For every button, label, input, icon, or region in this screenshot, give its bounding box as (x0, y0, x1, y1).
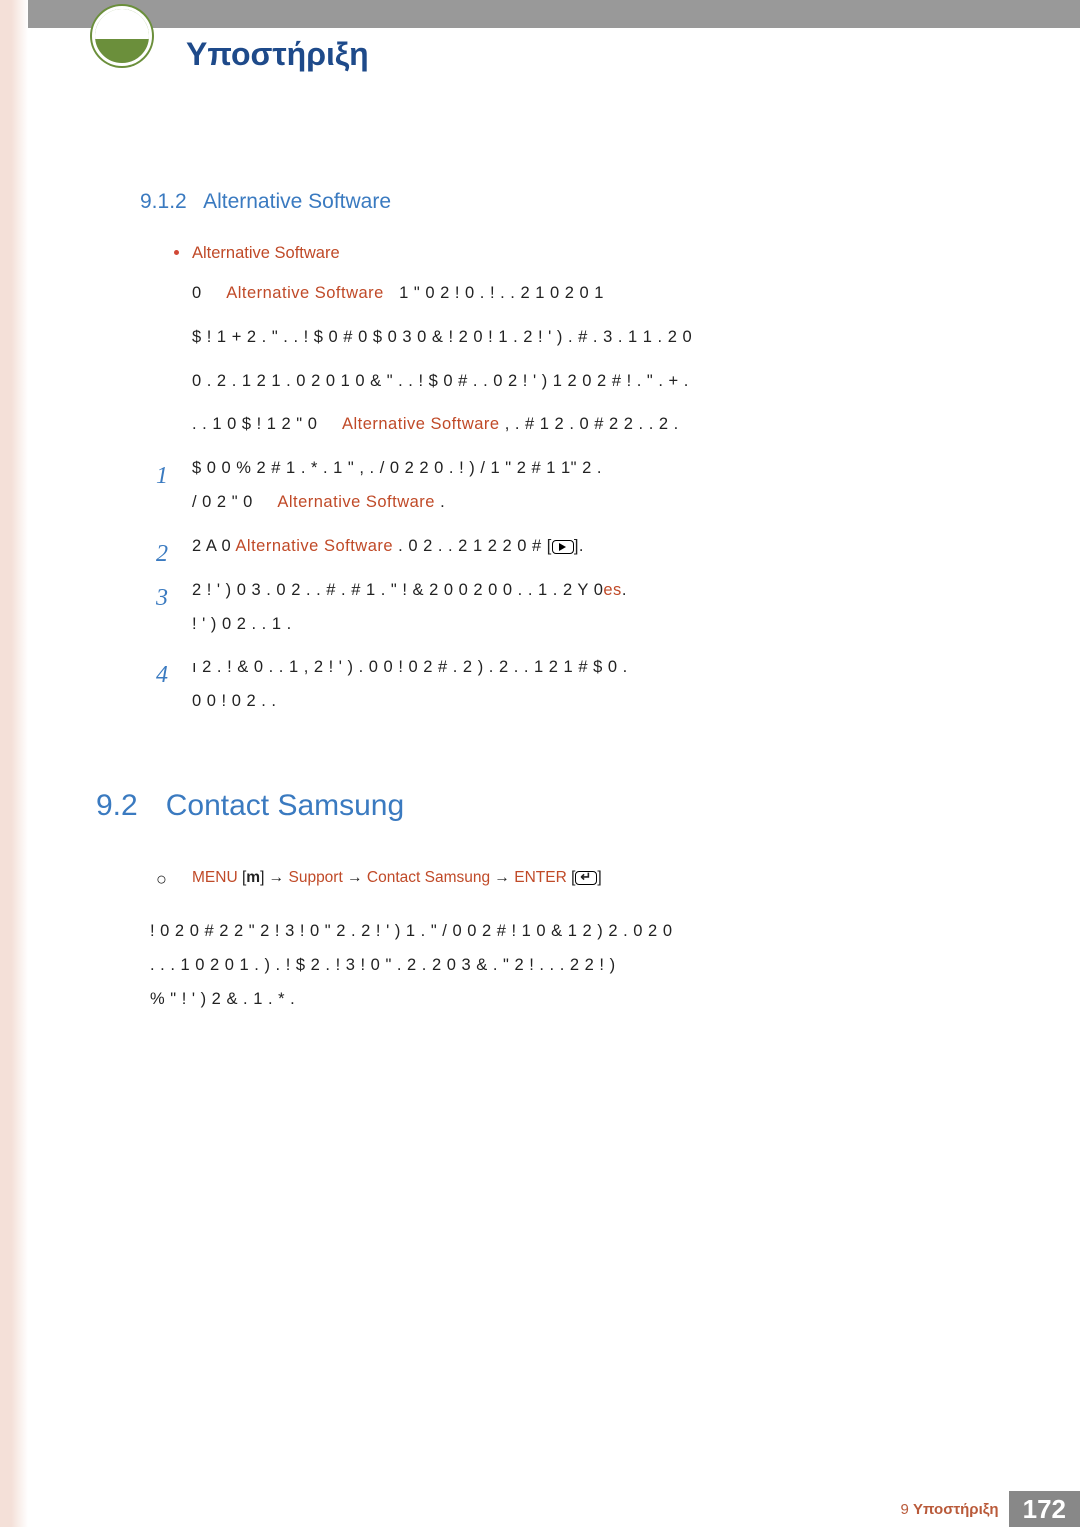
step-number: 4 (156, 651, 169, 700)
footer-chapter-title: Υποστήριξη (913, 1501, 999, 1518)
text-fragment: ! ' ) 0 2 . . 1 . (192, 615, 292, 633)
text-fragment: . . 1 0 $ ! 1 2 " 0 (192, 415, 317, 433)
enter-label: ENTER (514, 869, 567, 886)
section-92-heading: 9.2 Contact Samsung (96, 789, 980, 823)
content-area: 9.1.2 Alternative Software Alternative S… (140, 190, 980, 1016)
step-1: 1 $ 0 0 % 2 # 1 . * . 1 " , . / 0 2 2 0 … (162, 452, 980, 520)
text-line: ! 0 2 0 # 2 2 " 2 ! 3 ! 0 " 2 . 2 ! ' ) … (150, 915, 980, 949)
play-icon (552, 540, 574, 554)
top-gray-bar (28, 0, 1080, 28)
contact-label: Contact Samsung (367, 869, 490, 886)
footer-chapter-num: 9 (900, 1501, 908, 1518)
inline-link: Alternative Software (226, 284, 384, 302)
text-fragment: ]. (574, 537, 584, 555)
step-3: 3 2 ! ' ) 0 3 . 0 2 . . # . # 1 . " ! & … (162, 574, 980, 642)
section-number: 9.2 (96, 789, 138, 823)
menu-label: MENU (192, 869, 238, 886)
page-number: 172 (1009, 1491, 1080, 1527)
step-number: 3 (156, 574, 169, 623)
step-number: 2 (156, 530, 169, 579)
bullet-item: Alternative Software (192, 244, 980, 263)
text-fragment: 0 (192, 284, 202, 302)
text-fragment: ı 2 . ! & 0 . . 1 , 2 ! ' ) . 0 0 ! 0 2 … (192, 658, 628, 676)
m-icon: m (246, 869, 260, 886)
text-line: % " ! ' ) 2 & . 1 . * . (150, 983, 980, 1017)
paragraph-4: . . 1 0 $ ! 1 2 " 0 Alternative Software… (192, 408, 980, 442)
enter-icon (575, 871, 597, 885)
bullet-text: Alternative Software (192, 244, 340, 262)
paragraph-3: 0 . 2 . 1 2 1 . 0 2 0 1 0 & " . . ! $ 0 … (192, 365, 980, 399)
step-2: 2 2 A 0 Alternative Software . 0 2 . . 2… (162, 530, 980, 564)
text-fragment: 2 ! ' ) 0 3 . 0 2 . . # . # 1 . " ! & 2 … (192, 581, 603, 599)
menu-path: ○ MENU [m] → Support → Contact Samsung →… (162, 869, 980, 887)
circle-icon: ○ (156, 869, 167, 890)
text-fragment: $ 0 0 % 2 # 1 . * . 1 " , . / 0 2 2 0 . … (192, 459, 602, 477)
inline-link: Alternative Software (235, 537, 393, 555)
paragraph-1: 0 Alternative Software 1 " 0 2 ! 0 . ! .… (192, 277, 980, 311)
support-label: Support (288, 869, 342, 886)
text-fragment: . 0 2 . . 2 1 2 2 0 # [ (398, 537, 552, 555)
text-fragment: 0 0 ! 0 2 . . (192, 692, 276, 710)
text-fragment: / 0 2 " 0 (192, 493, 253, 511)
left-accent-bar (0, 0, 28, 1527)
paragraph-2: $ ! 1 + 2 . " . . ! $ 0 # 0 $ 0 3 0 & ! … (192, 321, 980, 355)
text-fragment: 2 A 0 (192, 537, 231, 555)
footer-chapter: 9 Υποστήριξη (900, 1491, 1008, 1527)
step-number: 1 (156, 452, 169, 501)
header-title: Υποστήριξη (186, 36, 369, 73)
section-912-heading: 9.1.2 Alternative Software (140, 190, 980, 214)
text-fragment: . (622, 581, 627, 599)
section-title: Contact Samsung (166, 789, 404, 823)
text-line: . . . 1 0 2 0 1 . ) . ! $ 2 . ! 3 ! 0 " … (150, 949, 980, 983)
step-4: 4 ı 2 . ! & 0 . . 1 , 2 ! ' ) . 0 0 ! 0 … (162, 651, 980, 719)
section-number: 9.1.2 (140, 190, 187, 213)
inline-link: Alternative Software (277, 493, 435, 511)
inline-link: es (603, 581, 621, 599)
section-92: 9.2 Contact Samsung ○ MENU [m] → Support… (140, 789, 980, 1016)
section-title: Alternative Software (203, 190, 391, 213)
bullet-dot-icon (174, 250, 179, 255)
inline-link: Alternative Software (342, 415, 500, 433)
text-fragment: , . # 1 2 . 0 # 2 2 . . 2 . (505, 415, 679, 433)
text-fragment: 1 " 0 2 ! 0 . ! . . 2 1 0 2 0 1 (399, 284, 604, 302)
chapter-circle-icon (92, 6, 152, 66)
section-92-body: ! 0 2 0 # 2 2 " 2 ! 3 ! 0 " 2 . 2 ! ' ) … (150, 915, 980, 1016)
footer: 9 Υποστήριξη 172 (94, 1491, 1080, 1527)
text-fragment: . (440, 493, 445, 511)
